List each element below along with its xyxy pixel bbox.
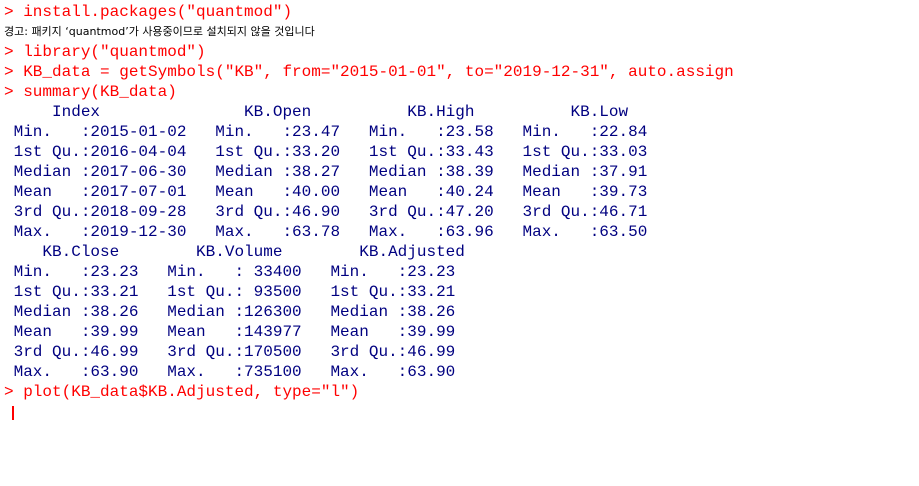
console-output-line: 3rd Qu.:46.99 3rd Qu.:170500 3rd Qu.:46.… (4, 343, 475, 361)
console-command-line: > summary(KB_data) (4, 83, 177, 101)
console-output-line: 1st Qu.:33.21 1st Qu.: 93500 1st Qu.:33.… (4, 283, 475, 301)
console-input-line[interactable] (4, 402, 919, 422)
console-output-line: 3rd Qu.:2018-09-28 3rd Qu.:46.90 3rd Qu.… (4, 203, 667, 221)
console-command-line: > plot(KB_data$KB.Adjusted, type="l") (4, 383, 360, 401)
console-output-line: Max. :2019-12-30 Max. :63.78 Max. :63.96… (4, 223, 667, 241)
console-warning-line: 경고: 패키지 ‘quantmod’가 사용중이므로 설치되지 않을 것입니다 (4, 25, 315, 38)
console-output-line: Index KB.Open KB.High KB.Low (4, 103, 677, 121)
text-cursor (12, 406, 14, 420)
console-command-line: > KB_data = getSymbols("KB", from="2015-… (4, 63, 734, 81)
console-output-line: Median :38.26 Median :126300 Median :38.… (4, 303, 475, 321)
console-command-line: > library("quantmod") (4, 43, 206, 61)
console-output-line: Max. :63.90 Max. :735100 Max. :63.90 (4, 363, 475, 381)
r-console[interactable]: > install.packages("quantmod") 경고: 패키지 ‘… (0, 0, 919, 486)
console-output-line: 1st Qu.:2016-04-04 1st Qu.:33.20 1st Qu.… (4, 143, 667, 161)
console-output-line: Mean :39.99 Mean :143977 Mean :39.99 (4, 323, 475, 341)
console-output-line: Median :2017-06-30 Median :38.27 Median … (4, 163, 667, 181)
console-output-line: KB.Close KB.Volume KB.Adjusted (4, 243, 494, 261)
console-command-line: > install.packages("quantmod") (4, 3, 293, 21)
console-output-line: Mean :2017-07-01 Mean :40.00 Mean :40.24… (4, 183, 667, 201)
console-output-line: Min. :23.23 Min. : 33400 Min. :23.23 (4, 263, 475, 281)
console-output-line: Min. :2015-01-02 Min. :23.47 Min. :23.58… (4, 123, 667, 141)
